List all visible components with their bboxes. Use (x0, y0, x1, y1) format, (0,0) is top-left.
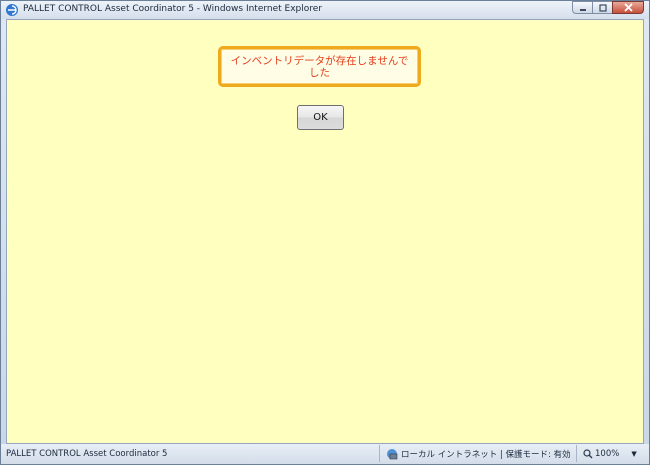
intranet-globe-icon (387, 448, 398, 459)
zoom-icon (583, 448, 593, 458)
ok-button[interactable]: OK (297, 105, 344, 130)
error-message-box: インベントリデータが存在しませんでした (218, 46, 421, 87)
browser-window: PALLET CONTROL Asset Coordinator 5 - Win… (0, 0, 650, 465)
close-icon (623, 3, 633, 12)
close-button[interactable] (612, 1, 644, 14)
zone-text: ローカル イントラネット | 保護モード: 有効 (401, 449, 571, 460)
ie-icon (6, 4, 18, 16)
title-bar[interactable]: PALLET CONTROL Asset Coordinator 5 - Win… (1, 1, 649, 19)
minimize-button[interactable] (572, 1, 592, 14)
maximize-button[interactable] (592, 1, 612, 14)
maximize-icon (598, 3, 607, 12)
window-controls (572, 1, 644, 15)
dropdown-arrow-icon[interactable]: ▼ (631, 450, 636, 458)
error-message: インベントリデータが存在しませんでした (230, 54, 409, 79)
status-bar: PALLET CONTROL Asset Coordinator 5 ローカル … (1, 444, 649, 464)
security-zone[interactable]: ローカル イントラネット | 保護モード: 有効 (379, 445, 572, 462)
zoom-level: 100% (595, 448, 620, 459)
page-content: インベントリデータが存在しませんでした OK (6, 19, 644, 444)
window-title: PALLET CONTROL Asset Coordinator 5 - Win… (23, 4, 323, 14)
status-text: PALLET CONTROL Asset Coordinator 5 (6, 449, 168, 459)
minimize-icon (579, 8, 586, 11)
zoom-control[interactable]: 100% ▼ (576, 445, 647, 462)
